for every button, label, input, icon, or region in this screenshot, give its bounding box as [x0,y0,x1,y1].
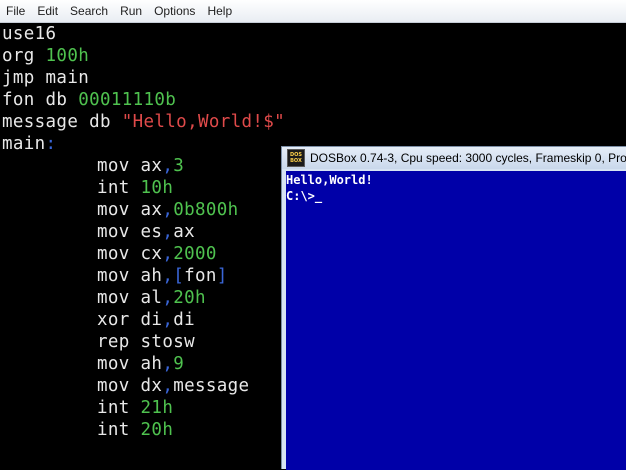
dos-prompt: C:\> [286,189,315,203]
code-token: use16 [2,24,57,44]
code-line[interactable]: org 100h [2,45,89,67]
code-token: jmp main [2,68,90,88]
code-line[interactable]: main: [2,133,56,155]
code-line[interactable]: jmp main [2,67,89,89]
code-token: 0b800h [173,200,239,220]
code-token: , [162,288,174,308]
menu-help[interactable]: Help [201,0,238,22]
code-token: di [173,310,195,330]
code-line[interactable]: mov es,ax [97,221,195,243]
code-line[interactable]: mov ax,0b800h [97,199,239,221]
code-line[interactable]: mov ah,9 [97,353,184,375]
code-token: 2000 [173,244,217,264]
code-token: rep stosw [97,332,195,352]
code-token: 21h [140,398,174,418]
dosbox-icon: DOS BOX [287,149,305,167]
code-token: 9 [173,354,185,374]
code-line[interactable]: mov al,20h [97,287,206,309]
code-token: : [45,134,57,154]
code-token: 10h [140,178,174,198]
code-token: 20h [140,420,174,440]
code-token: 00011110b [78,90,177,110]
code-token: "Hello,World!$" [121,112,286,132]
menu-search[interactable]: Search [64,0,114,22]
code-token: int [97,420,141,440]
code-line[interactable]: rep stosw [97,331,195,353]
code-line[interactable]: fon db 00011110b [2,89,176,111]
code-token: message [173,376,250,396]
code-token: fon [184,266,217,286]
code-line[interactable]: mov ah,[fon] [97,265,228,287]
dos-prompt-line: C:\>_ [286,188,322,204]
code-token: ax [173,222,195,242]
code-token: int [97,178,141,198]
menu-file[interactable]: File [0,0,31,22]
code-token: org [2,46,46,66]
code-line[interactable]: int 20h [97,419,173,441]
code-token: main [2,134,46,154]
menu-options[interactable]: Options [148,0,201,22]
code-line[interactable]: mov dx,message [97,375,249,397]
code-token: mov ax [97,200,163,220]
code-token: mov ah [97,354,163,374]
code-line[interactable]: mov ax,3 [97,155,184,177]
menu-bar: File Edit Search Run Options Help [0,0,626,23]
code-token: message db [2,112,122,132]
code-line[interactable]: xor di,di [97,309,195,331]
code-token: mov ax [97,156,163,176]
menu-edit[interactable]: Edit [31,0,64,22]
dosbox-icon-text-bottom: BOX [290,158,302,164]
code-token: 3 [173,156,185,176]
code-line[interactable]: mov cx,2000 [97,243,217,265]
code-token: , [162,156,174,176]
code-token: int [97,398,141,418]
menu-run[interactable]: Run [114,0,148,22]
code-token: , [162,222,174,242]
code-line[interactable]: int 21h [97,397,173,419]
dosbox-screen[interactable]: Hello,World! C:\>_ [286,171,626,470]
code-token: ] [216,266,228,286]
code-token: , [162,310,174,330]
code-token: mov cx [97,244,163,264]
dosbox-titlebar[interactable]: DOS BOX DOSBox 0.74-3, Cpu speed: 3000 c… [282,147,626,169]
code-line[interactable]: use16 [2,23,56,45]
dosbox-window[interactable]: DOS BOX DOSBox 0.74-3, Cpu speed: 3000 c… [281,146,626,470]
code-token: , [162,376,174,396]
dos-cursor: _ [314,189,323,203]
code-token: 20h [173,288,206,308]
code-line[interactable]: message db "Hello,World!$" [2,111,285,133]
code-token: xor di [97,310,163,330]
code-token: , [162,354,174,374]
code-token: mov es [97,222,163,242]
code-token: mov al [97,288,163,308]
code-token: , [162,244,174,264]
dos-output-line: Hello,World! [286,173,373,187]
code-token: , [162,200,174,220]
dosbox-title: DOSBox 0.74-3, Cpu speed: 3000 cycles, F… [310,151,626,165]
code-token: ,[ [162,266,185,286]
code-token: mov dx [97,376,163,396]
code-token: fon db [2,90,79,110]
code-token: 100h [45,46,90,66]
code-line[interactable]: int 10h [97,177,173,199]
code-token: mov ah [97,266,163,286]
